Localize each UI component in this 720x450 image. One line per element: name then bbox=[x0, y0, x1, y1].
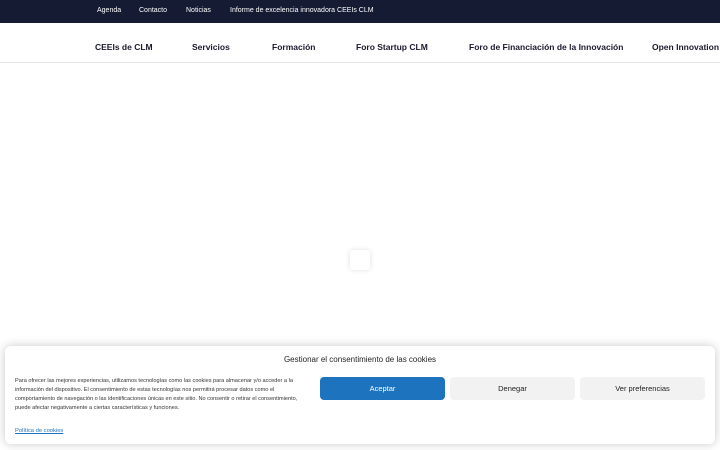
nav-item-servicios[interactable]: Servicios bbox=[192, 42, 230, 52]
nav-item-formacion[interactable]: Formación bbox=[272, 42, 315, 52]
top-utility-bar: Agenda Contacto Noticias Informe de exce… bbox=[0, 0, 720, 23]
accept-cookies-button[interactable]: Aceptar bbox=[320, 377, 445, 400]
nav-item-foro-financiacion[interactable]: Foro de Financiación de la Innovación bbox=[469, 42, 623, 52]
loading-indicator bbox=[350, 250, 370, 270]
topbar-link-informe[interactable]: Informe de excelencia innovadora CEEIs C… bbox=[230, 7, 374, 14]
view-preferences-button[interactable]: Ver preferencias bbox=[580, 377, 705, 400]
deny-cookies-button[interactable]: Denegar bbox=[450, 377, 575, 400]
cookie-banner-text: Para ofrecer las mejores experiencias, u… bbox=[15, 378, 298, 411]
topbar-link-agenda[interactable]: Agenda bbox=[97, 7, 121, 14]
cookie-banner-title: Gestionar el consentimiento de las cooki… bbox=[283, 355, 437, 364]
nav-item-foro-startup[interactable]: Foro Startup CLM bbox=[356, 42, 428, 52]
main-navigation: CEEIs de CLM Servicios Formación Foro St… bbox=[0, 23, 720, 63]
topbar-link-contacto[interactable]: Contacto bbox=[139, 7, 167, 14]
cookie-consent-banner: Gestionar el consentimiento de las cooki… bbox=[5, 346, 715, 444]
nav-item-ceeis[interactable]: CEEIs de CLM bbox=[95, 42, 153, 52]
nav-item-open-innovation[interactable]: Open Innovation C bbox=[652, 42, 720, 52]
cookie-policy-link[interactable]: Política de cookies bbox=[15, 428, 63, 434]
topbar-link-noticias[interactable]: Noticias bbox=[186, 7, 211, 14]
